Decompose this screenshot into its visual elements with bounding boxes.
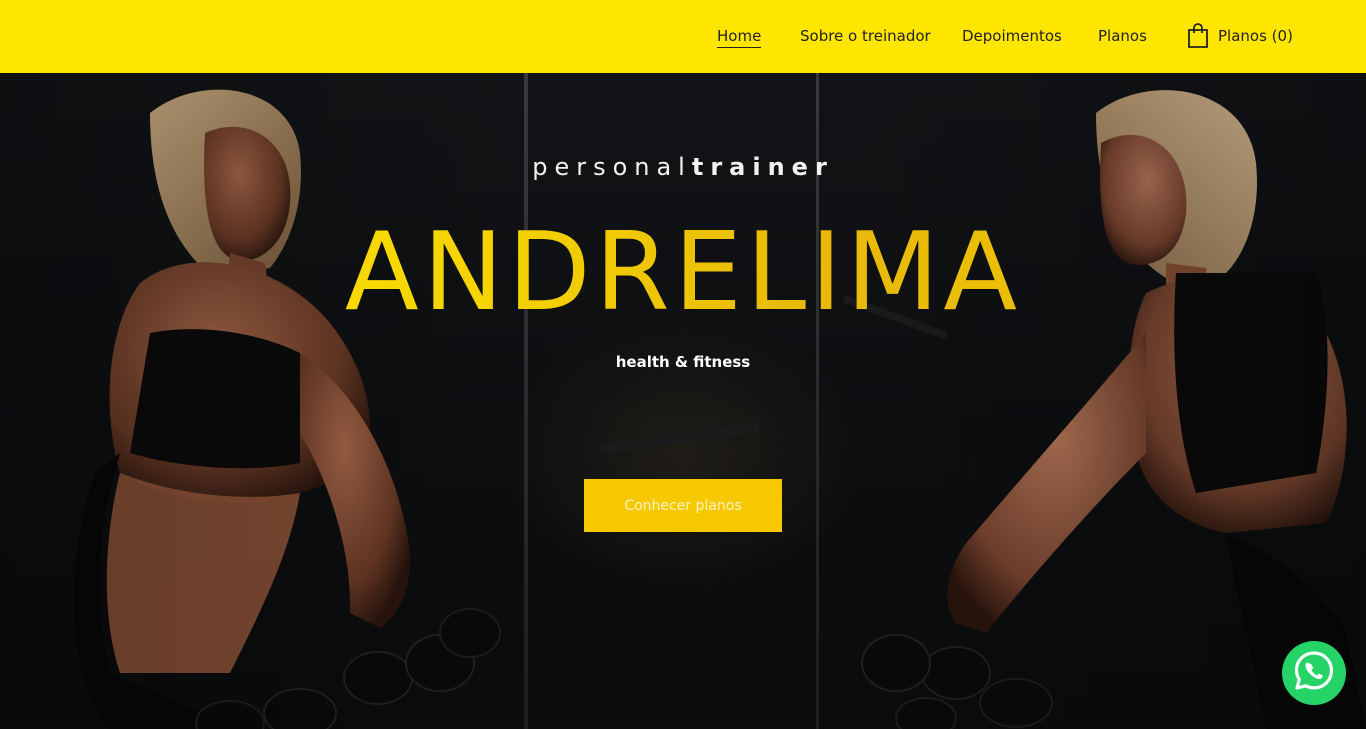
nav-planos[interactable]: Planos: [1098, 26, 1147, 46]
main-nav: Home Sobre o treinador Depoimentos Plano…: [0, 0, 1366, 73]
hero-section: personaltrainer ANDRELIMA health & fitne…: [0, 73, 1366, 729]
hero-subtitle: personaltrainer: [0, 153, 1366, 181]
subtitle-trainer: trainer: [691, 153, 834, 181]
hero-title: ANDRELIMA: [0, 211, 1366, 335]
nav-home[interactable]: Home: [717, 26, 762, 48]
cart-label: Planos (0): [1218, 27, 1293, 45]
site-header: Home Sobre o treinador Depoimentos Plano…: [0, 0, 1366, 73]
cart-button[interactable]: Planos (0): [1186, 22, 1293, 50]
hero-tagline: health & fitness: [615, 353, 751, 371]
nav-sobre-o-treinador[interactable]: Sobre o treinador: [800, 26, 931, 46]
whatsapp-button[interactable]: [1282, 641, 1346, 705]
subtitle-personal: personal: [532, 153, 692, 181]
shopping-bag-icon: [1186, 23, 1210, 49]
conhecer-planos-button[interactable]: Conhecer planos: [584, 479, 782, 532]
whatsapp-icon: [1292, 649, 1336, 697]
nav-depoimentos[interactable]: Depoimentos: [962, 26, 1062, 46]
